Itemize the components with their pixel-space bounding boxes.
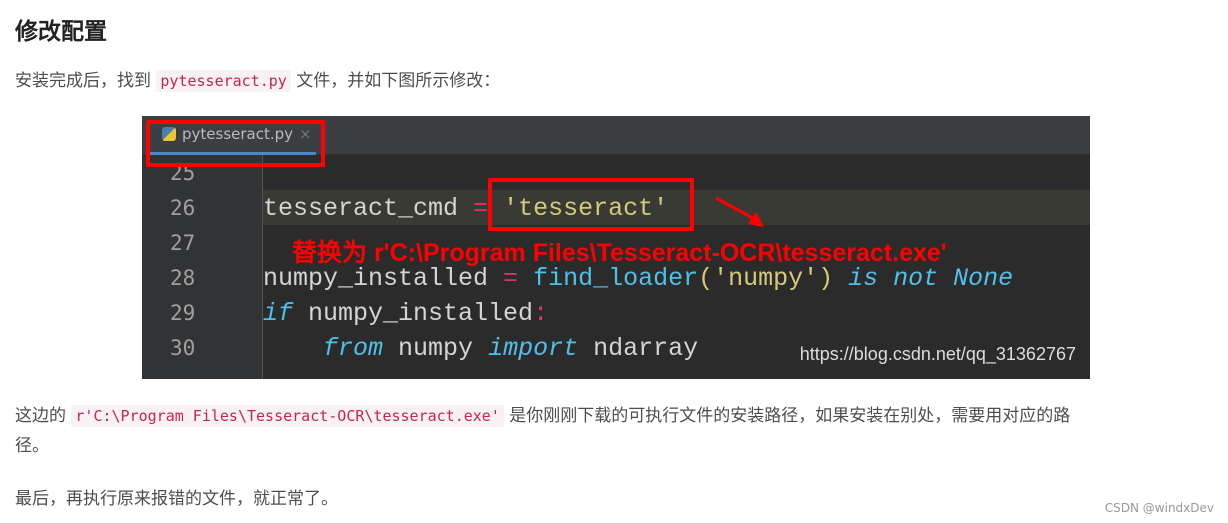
code-text: tesseract_cmd — [263, 194, 474, 223]
line-gutter: 25 26 27 28 29 30 — [142, 155, 263, 379]
line-number: 30 — [170, 336, 196, 360]
code-keyword: import — [488, 334, 579, 363]
code-operator: = — [473, 194, 489, 223]
code-line-30: from numpy import ndarray — [263, 334, 698, 363]
code-text: numpy_installed — [293, 299, 534, 328]
image-watermark: https://blog.csdn.net/qq_31362767 — [799, 344, 1076, 364]
line-number: 26 — [170, 196, 196, 220]
code-keyword: if — [263, 299, 294, 328]
line-number: 27 — [170, 231, 196, 255]
inline-code: pytesseract.py — [156, 70, 291, 92]
value-highlight-box — [488, 178, 694, 231]
code-operator: : — [533, 299, 549, 328]
text: 是你刚刚下载的可执行文件的安装路径，如果安装在别处，需要用对应的路 — [503, 406, 1071, 426]
explanation-paragraph: 这边的 r'C:\Program Files\Tesseract-OCR\tes… — [15, 401, 1070, 431]
code-text: numpy — [383, 334, 489, 363]
line-number: 28 — [170, 266, 196, 290]
tab-highlight-box — [146, 120, 325, 167]
code-keyword: from — [323, 334, 384, 363]
inline-code: r'C:\Program Files\Tesseract-OCR\tessera… — [71, 405, 504, 427]
intro-paragraph: 安装完成后，找到 pytesseract.py 文件，并如下图所示修改： — [15, 66, 500, 96]
code-screenshot: pytesseract.py × 25 26 27 28 29 30 tesser… — [142, 116, 1090, 379]
code-text: ndarray — [578, 334, 699, 363]
final-paragraph: 最后，再执行原来报错的文件，就正常了。 — [15, 489, 338, 509]
code-line-29: if numpy_installed: — [263, 299, 548, 328]
text: 这边的 — [15, 406, 72, 426]
intro-text-end: 文件，并如下图所示修改： — [290, 71, 501, 91]
page-watermark: CSDN @windxDev — [1104, 501, 1214, 515]
line-number: 29 — [170, 301, 196, 325]
explanation-paragraph-cont: 径。 — [15, 436, 49, 456]
red-arrow-icon — [715, 196, 764, 227]
section-heading: 修改配置 — [15, 19, 107, 45]
intro-text: 安装完成后，找到 — [15, 71, 157, 91]
replacement-annotation: 替换为 r'C:\Program Files\Tesseract-OCR\tes… — [292, 239, 947, 267]
